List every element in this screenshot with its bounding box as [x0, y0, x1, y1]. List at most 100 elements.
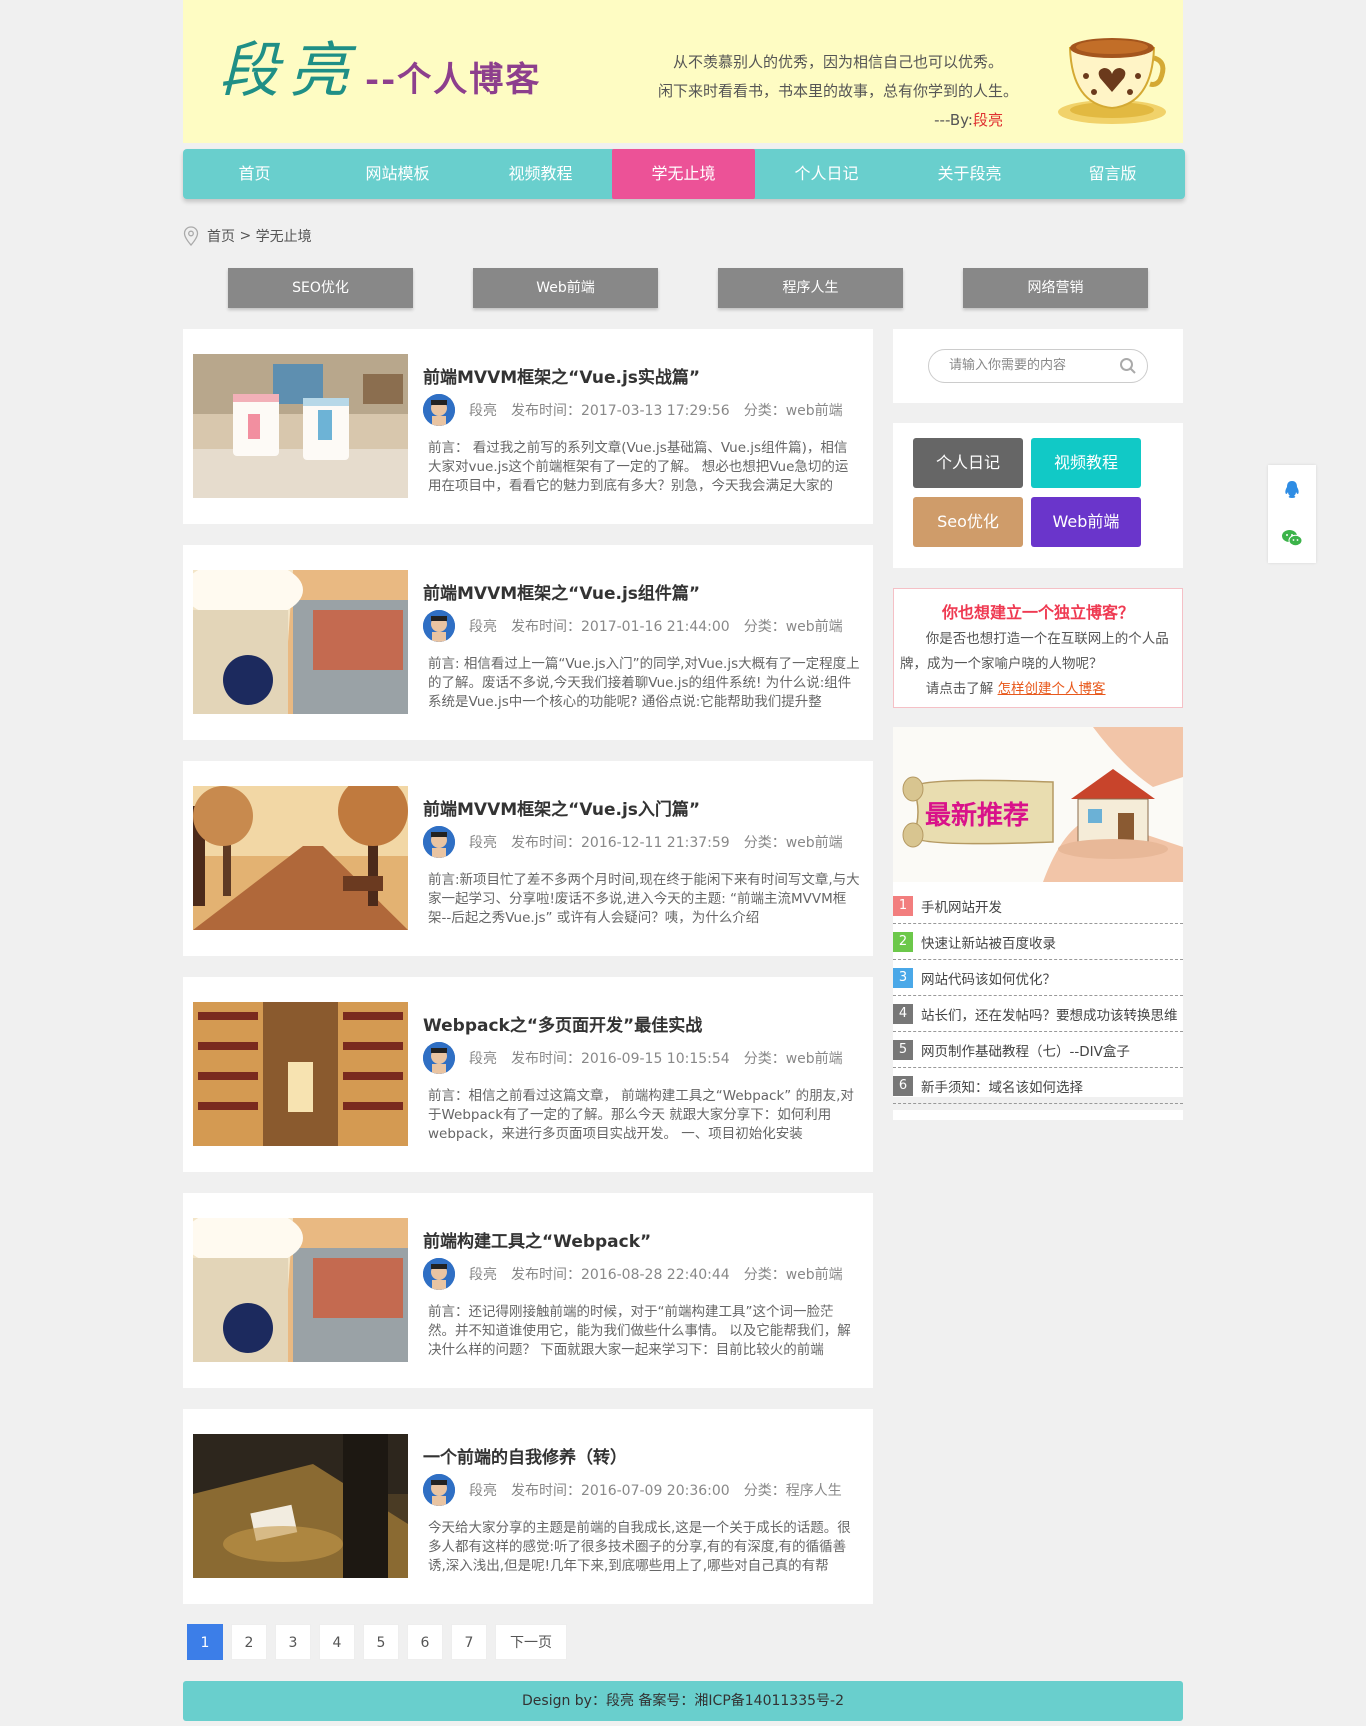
recommend-item[interactable]: 6 新手须知：域名该如何选择	[893, 1068, 1183, 1104]
recommend-rank: 6	[893, 1075, 913, 1096]
breadcrumb-current: 学无止境	[255, 229, 312, 245]
site-logo[interactable]: 段亮 --个人博客	[219, 22, 541, 109]
post-meta: 段亮 发布时间：2017-03-13 17:29:56 分类：web前端	[423, 393, 857, 427]
author-avatar	[423, 394, 455, 426]
author-avatar	[423, 1042, 455, 1074]
recommend-title[interactable]: 快速让新站被百度收录	[921, 932, 1056, 952]
post-date: 发布时间：2016-07-09 20:36:00	[511, 1480, 730, 1500]
recommend-title[interactable]: 站长们，还在发帖吗？要想成功该转换思维	[921, 1004, 1178, 1024]
promo-title: 你也想建立一个独立博客？	[941, 603, 1134, 622]
recommend-item[interactable]: 4 站长们，还在发帖吗？要想成功该转换思维	[893, 996, 1183, 1032]
page-link[interactable]: 6	[407, 1624, 443, 1660]
post-date-label: 发布时间：	[511, 835, 581, 851]
category-seo-button[interactable]: SEO优化	[228, 268, 413, 308]
page-link[interactable]: 7	[451, 1624, 487, 1660]
post-date-value: 2017-01-16 21:44:00	[581, 619, 730, 635]
post-title[interactable]: 前端MVVM框架之“Vue.js组件篇”	[423, 579, 700, 604]
recommend-rank: 1	[893, 895, 913, 916]
post-thumbnail[interactable]	[193, 570, 408, 714]
breadcrumb-home[interactable]: 首页	[207, 226, 235, 246]
post-category-value[interactable]: web前端	[786, 835, 843, 851]
recommend-banner: 最新推荐	[893, 727, 1183, 882]
category-marketing-button[interactable]: 网络营销	[963, 268, 1148, 308]
wechat-icon[interactable]	[1280, 526, 1304, 550]
tag-button[interactable]: Seo优化	[913, 497, 1023, 547]
qq-icon[interactable]	[1280, 478, 1304, 502]
search-icon[interactable]	[1119, 357, 1137, 375]
location-pin-icon	[183, 226, 199, 246]
tag-button[interactable]: Web前端	[1031, 497, 1141, 547]
nav-item-3[interactable]: 学无止境	[612, 149, 755, 199]
tag-button[interactable]: 个人日记	[913, 438, 1023, 488]
post-thumbnail[interactable]	[193, 1002, 408, 1146]
motto-line-2: 闲下来时看看书，书本里的故事，总有你学到的人生。	[657, 82, 1018, 100]
page-link[interactable]: 1	[187, 1624, 223, 1660]
post-category-label: 分类：	[743, 1267, 786, 1283]
post-meta: 段亮 发布时间：2016-07-09 20:36:00 分类：程序人生	[423, 1473, 856, 1507]
nav-item-0[interactable]: 首页	[183, 149, 326, 199]
recommend-item[interactable]: 1 手机网站开发	[893, 888, 1183, 924]
post-thumbnail[interactable]	[193, 1434, 408, 1578]
post-category-value[interactable]: web前端	[786, 1267, 843, 1283]
post-author[interactable]: 段亮	[469, 616, 497, 636]
post-category-value[interactable]: web前端	[786, 619, 843, 635]
motto-by: ---By:	[934, 111, 973, 129]
post-category-value[interactable]: web前端	[786, 403, 843, 419]
search-input[interactable]: 请输入你需要的内容	[928, 349, 1148, 383]
recommend-title[interactable]: 手机网站开发	[921, 896, 1002, 916]
recommend-item[interactable]: 2 快速让新站被百度收录	[893, 924, 1183, 960]
nav-item-6[interactable]: 留言版	[1041, 149, 1184, 199]
recommend-title[interactable]: 新手须知：域名该如何选择	[921, 1076, 1083, 1096]
page-link[interactable]: 2	[231, 1624, 267, 1660]
post-author[interactable]: 段亮	[469, 1480, 497, 1500]
post-card: 前端MVVM框架之“Vue.js组件篇” 段亮 发布时间：2017-01-16 21…	[183, 545, 873, 740]
post-meta: 段亮 发布时间：2016-12-11 21:37:59 分类：web前端	[423, 825, 857, 859]
page-link[interactable]: 4	[319, 1624, 355, 1660]
nav-item-1[interactable]: 网站模板	[326, 149, 469, 199]
post-author[interactable]: 段亮	[469, 1264, 497, 1284]
post-category-label: 分类：	[743, 619, 786, 635]
category-web-button[interactable]: Web前端	[473, 268, 658, 308]
post-category: 分类：web前端	[744, 400, 843, 420]
post-author[interactable]: 段亮	[469, 832, 497, 852]
nav-item-5[interactable]: 关于段亮	[898, 149, 1041, 199]
post-excerpt: 前言：相信之前看过这篇文章， 前端构建工具之“Webpack” 的朋友,对于We…	[428, 1088, 854, 1142]
search-panel: 请输入你需要的内容	[893, 329, 1183, 403]
author-avatar	[423, 1258, 455, 1290]
floating-share-bar	[1268, 465, 1316, 563]
recommend-rank: 2	[893, 931, 913, 952]
post-author[interactable]: 段亮	[469, 400, 497, 420]
post-title[interactable]: 前端MVVM框架之“Vue.js入门篇”	[423, 795, 700, 820]
post-title[interactable]: 前端MVVM框架之“Vue.js实战篇”	[423, 363, 700, 388]
post-thumbnail[interactable]	[193, 354, 408, 498]
teacup-image	[1058, 38, 1166, 124]
promo-text: 你是否也想打造一个在互联网上的个人品牌，成为一个家喻户晓的人物呢？ 请点击了解 …	[894, 627, 1182, 702]
recommend-title[interactable]: 网站代码该如何优化？	[921, 968, 1056, 988]
recommend-item[interactable]: 5 网页制作基础教程（七）--DIV盒子	[893, 1032, 1183, 1068]
post-category-value[interactable]: web前端	[786, 1051, 843, 1067]
post-thumbnail[interactable]	[193, 1218, 408, 1362]
next-page-button[interactable]: 下一页	[495, 1624, 567, 1660]
post-thumbnail[interactable]	[193, 786, 408, 930]
nav-item-4[interactable]: 个人日记	[755, 149, 898, 199]
author-avatar	[423, 610, 455, 642]
category-programmer-button[interactable]: 程序人生	[718, 268, 903, 308]
page-link[interactable]: 3	[275, 1624, 311, 1660]
post-date: 发布时间：2016-09-15 10:15:54	[511, 1048, 730, 1068]
post-title[interactable]: Webpack之“多页面开发”最佳实战	[423, 1011, 702, 1036]
nav-item-2[interactable]: 视频教程	[469, 149, 612, 199]
page-link[interactable]: 5	[363, 1624, 399, 1660]
recommend-title[interactable]: 网页制作基础教程（七）--DIV盒子	[921, 1040, 1130, 1060]
post-category-label: 分类：	[743, 1483, 786, 1499]
post-meta: 段亮 发布时间：2016-08-28 22:40:44 分类：web前端	[423, 1257, 857, 1291]
post-title[interactable]: 一个前端的自我修养（转）	[423, 1443, 627, 1468]
post-title[interactable]: 前端构建工具之“Webpack”	[423, 1227, 651, 1252]
tag-button[interactable]: 视频教程	[1031, 438, 1141, 488]
post-category-value[interactable]: 程序人生	[786, 1483, 842, 1499]
post-author[interactable]: 段亮	[469, 1048, 497, 1068]
post-excerpt: 前言:新项目忙了差不多两个月时间,现在终于能闲下来有时间写文章,与大家一起学习、…	[428, 872, 860, 926]
recommend-item[interactable]: 3 网站代码该如何优化？	[893, 960, 1183, 996]
main-nav: 首页 网站模板 视频教程 学无止境 个人日记 关于段亮 留言版	[183, 149, 1185, 199]
promo-link[interactable]: 怎样创建个人博客	[998, 681, 1106, 697]
post-excerpt: 今天给大家分享的主题是前端的自我成长,这是一个关于成长的话题。很多人都有这样的感…	[428, 1520, 851, 1574]
